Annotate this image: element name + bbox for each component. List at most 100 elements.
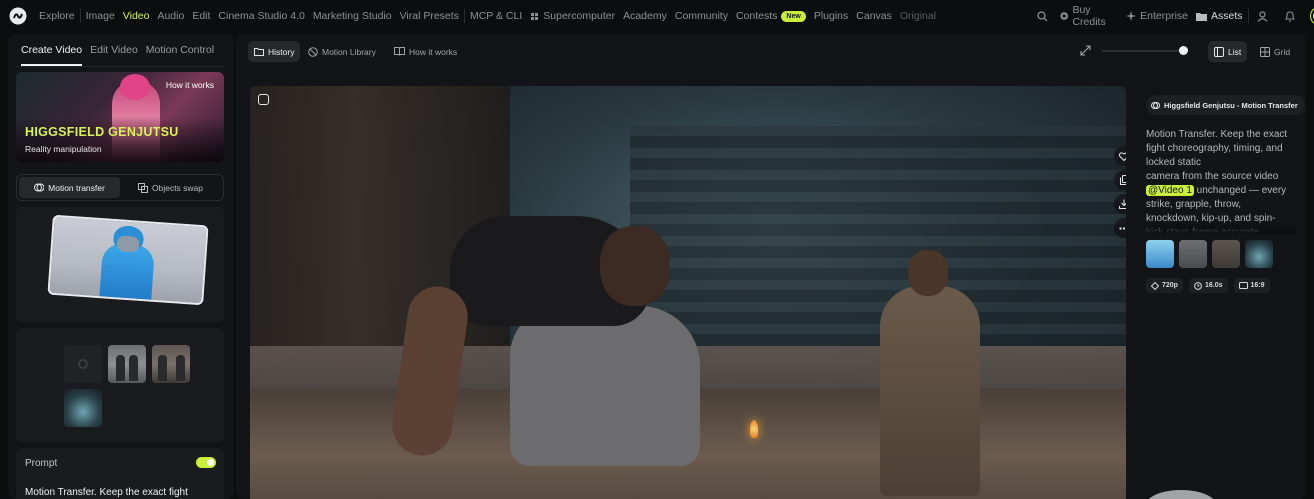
tab-divider [16, 66, 226, 67]
motion-library-tab[interactable]: Motion Library [302, 41, 382, 62]
reference-thumbnail[interactable] [1179, 240, 1207, 268]
how-it-works-tab[interactable]: How it works [388, 41, 463, 62]
motion-transfer-label: Motion transfer [48, 182, 105, 193]
grid-view-button[interactable]: Grid [1254, 41, 1296, 62]
thumbnail-figure [158, 355, 167, 381]
zoom-slider-track[interactable] [1102, 50, 1184, 52]
heart-icon[interactable] [1114, 146, 1126, 166]
nav-cinema-studio[interactable]: Cinema Studio 4.0 [214, 0, 308, 32]
motion-transfer-button[interactable]: Motion transfer [19, 177, 120, 198]
prompt-description: Motion Transfer. Keep the exact fight ch… [1146, 128, 1296, 234]
folder-icon [1196, 12, 1208, 21]
empty-thumbnail-slot[interactable] [64, 345, 102, 383]
nav-audio[interactable]: Audio [153, 0, 188, 32]
how-it-works-label: How it works [409, 46, 458, 57]
description-line: Motion Transfer. Keep the exact [1146, 129, 1288, 140]
nav-contests[interactable]: Contests New [732, 0, 810, 32]
nav-edit[interactable]: Edit [188, 0, 214, 32]
description-line: kick stays frame-accurate [1146, 227, 1260, 234]
aspect-ratio-badge: 16:9 [1233, 278, 1270, 293]
enterprise-label: Enterprise [1140, 10, 1189, 22]
higgsfield-logo-icon[interactable] [9, 7, 27, 25]
video-thumbnail[interactable] [152, 345, 190, 383]
tab-create-video[interactable]: Create Video [21, 34, 83, 66]
prompt-card: Prompt Motion Transfer. Keep the exact f… [16, 448, 224, 499]
buy-credits-button[interactable]: Buy Credits [1056, 0, 1122, 32]
duration-value: 16.0s [1204, 282, 1223, 289]
main-toolbar: History Motion Library How it works List… [236, 34, 1306, 68]
nav-video[interactable]: Video [119, 0, 154, 32]
thumbnail-figure [116, 355, 125, 381]
prompt-label: Prompt [25, 458, 58, 469]
bell-icon[interactable] [1281, 6, 1298, 26]
left-panel: Create Video Edit Video Motion Control H… [8, 34, 234, 499]
nav-marketing-studio[interactable]: Marketing Studio [309, 0, 396, 32]
reference-thumbnail[interactable] [1212, 240, 1240, 268]
nav-viral-presets[interactable]: Viral Presets [396, 0, 463, 32]
objects-swap-icon [137, 182, 148, 193]
assets-link[interactable]: Assets [1192, 0, 1247, 32]
hero-subtitle: Reality manipulation [25, 144, 102, 154]
thumbnail-figure [129, 355, 138, 381]
hero-hair-image [120, 74, 150, 100]
motion-library-icon [308, 46, 318, 57]
video-thumbnail[interactable] [64, 389, 102, 427]
generated-video-preview[interactable] [250, 86, 1126, 499]
video-thumbnail[interactable] [108, 345, 146, 383]
nav-image[interactable]: Image [82, 0, 119, 32]
hero-how-it-works-link[interactable]: How it works [166, 80, 214, 90]
reference-thumbnail[interactable] [1245, 240, 1273, 268]
video-scene-fire [750, 420, 758, 438]
user-icon[interactable] [1254, 6, 1271, 26]
hero-title: HIGGSFIELD GENJUTSU [25, 125, 179, 139]
objects-swap-label: Objects swap [151, 182, 204, 193]
motion-library-label: Motion Library [322, 46, 376, 57]
nav-canvas[interactable]: Canvas [852, 0, 896, 32]
model-chip[interactable]: Higgsfield Genjutsu - Motion Transfer [1146, 95, 1305, 115]
description-line: camera from the source video [1146, 171, 1279, 182]
generation-info-panel: Higgsfield Genjutsu - Motion Transfer Mo… [1140, 95, 1305, 499]
genjutsu-hero-banner[interactable]: How it works HIGGSFIELD GENJUTSU Reality… [16, 72, 224, 162]
prompt-toggle[interactable] [196, 457, 216, 468]
nav-originals[interactable]: Original [896, 0, 940, 32]
nav-community[interactable]: Community [671, 0, 732, 32]
description-line: knockdown, kip-up, and spin- [1146, 213, 1276, 224]
objects-swap-button[interactable]: Objects swap [120, 177, 221, 198]
empty-slot-icon [78, 359, 88, 369]
nav-explore[interactable]: Explore [35, 0, 79, 32]
model-chip-label: Higgsfield Genjutsu - Motion Transfer [1164, 100, 1298, 110]
description-text: unchanged — every [1196, 185, 1287, 196]
fighter-coat [880, 286, 980, 496]
search-icon[interactable] [1034, 6, 1051, 26]
fighter-legs [510, 306, 700, 466]
more-icon[interactable] [1114, 218, 1126, 238]
description-line: fight choreography, timing, and [1146, 143, 1283, 154]
tab-motion-control[interactable]: Motion Control [146, 34, 214, 66]
nav-supercomputer[interactable]: Supercomputer [526, 0, 619, 32]
list-view-button[interactable]: List [1208, 41, 1248, 62]
description-line: @Video 1 unchanged — every [1146, 184, 1296, 198]
reference-thumbnail[interactable] [1146, 240, 1174, 268]
prompt-textarea[interactable]: Motion Transfer. Keep the exact fight [25, 487, 188, 498]
download-icon[interactable] [1114, 194, 1126, 214]
nav-plugins[interactable]: Plugins [810, 0, 852, 32]
history-tab[interactable]: History [248, 41, 301, 62]
reference-thumbnails [1146, 240, 1278, 268]
sparkle-icon [1126, 11, 1137, 21]
tab-edit-video[interactable]: Edit Video [90, 34, 138, 66]
expand-icon[interactable] [1080, 45, 1091, 56]
nav-right: Buy Credits Enterprise Assets [1029, 0, 1314, 32]
nav-supercomputer-label: Supercomputer [543, 10, 616, 22]
nav-academy[interactable]: Academy [619, 0, 671, 32]
copy-icon[interactable] [1114, 170, 1126, 190]
fighter-head [600, 226, 670, 306]
assets-label: Assets [1211, 10, 1243, 22]
clock-icon [1194, 281, 1202, 290]
enterprise-link[interactable]: Enterprise [1122, 0, 1192, 32]
select-checkbox[interactable] [258, 94, 269, 105]
nav-mcp-cli[interactable]: MCP & CLI [466, 0, 526, 32]
left-tabs: Create Video Edit Video Motion Control [8, 34, 234, 66]
list-label: List [1228, 46, 1242, 57]
zoom-slider-thumb[interactable] [1179, 46, 1188, 55]
character-image-card[interactable] [16, 207, 224, 322]
